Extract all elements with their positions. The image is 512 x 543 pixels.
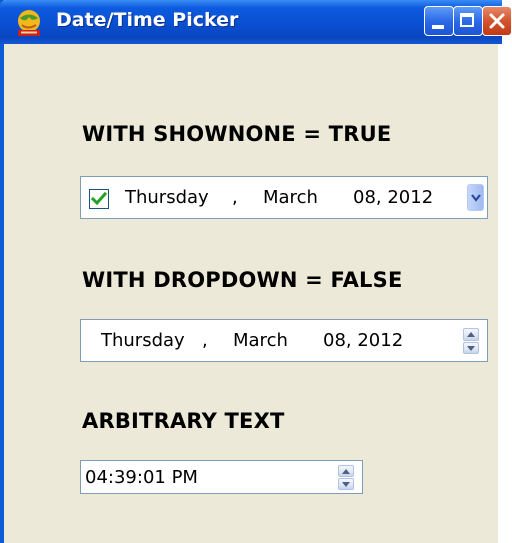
time-value[interactable]: 04:39:01 PM	[85, 467, 198, 488]
separator-text: ,	[202, 330, 208, 351]
weekday-field[interactable]: Thursday	[101, 330, 185, 351]
spin-up-icon	[342, 469, 350, 474]
chevron-down-icon	[471, 194, 481, 202]
date-picker-shownone[interactable]: Thursday , March 08, 2012	[80, 176, 488, 219]
spin-down-button[interactable]	[338, 478, 354, 490]
section-heading-arbitrary: ARBITRARY TEXT	[82, 409, 285, 433]
time-picker[interactable]: 04:39:01 PM	[80, 460, 363, 494]
dropdown-button[interactable]	[467, 184, 484, 211]
section-heading-shownone: WITH SHOWNONE = TRUE	[82, 122, 392, 146]
close-icon	[489, 13, 505, 29]
spin-down-icon	[467, 345, 475, 351]
maximize-button[interactable]	[453, 6, 483, 36]
month-field[interactable]: March	[263, 187, 318, 208]
day-year-field[interactable]: 08, 2012	[323, 330, 403, 351]
spin-up-button[interactable]	[463, 328, 479, 341]
separator-text: ,	[232, 187, 238, 208]
title-bar[interactable]: Date/Time Picker	[0, 0, 512, 44]
window-title: Date/Time Picker	[56, 9, 239, 31]
spin-control	[338, 465, 354, 490]
month-field[interactable]: March	[233, 330, 288, 351]
section-heading-dropdown: WITH DROPDOWN = FALSE	[82, 268, 403, 292]
globe-app-icon	[18, 10, 40, 36]
spin-up-button[interactable]	[338, 465, 354, 477]
spin-down-button[interactable]	[463, 341, 479, 354]
minimize-button[interactable]	[424, 6, 454, 36]
shownone-checkbox[interactable]	[89, 189, 109, 209]
main-window: Date/Time Picker WITH SHOWNONE = TRUE Th…	[0, 0, 512, 543]
check-icon	[91, 191, 107, 206]
date-picker-spinner[interactable]: Thursday , March 08, 2012	[80, 319, 488, 362]
close-button[interactable]	[482, 6, 512, 36]
spin-down-icon	[342, 482, 350, 487]
day-year-field[interactable]: 08, 2012	[353, 187, 433, 208]
weekday-field[interactable]: Thursday	[125, 187, 209, 208]
spin-up-icon	[467, 332, 475, 337]
spin-control	[463, 328, 479, 354]
